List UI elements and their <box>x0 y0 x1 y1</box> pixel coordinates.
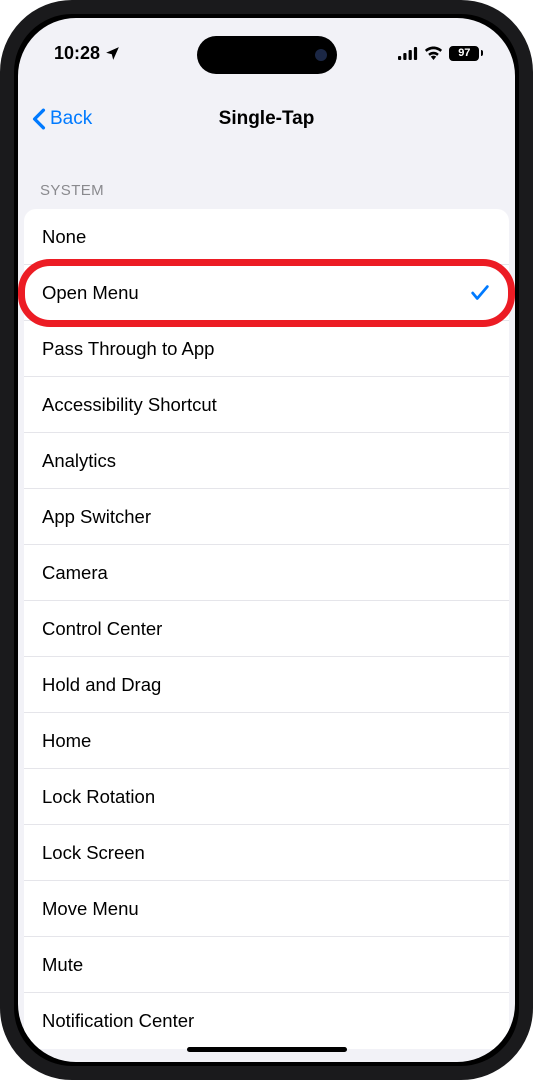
nav-title: Single-Tap <box>219 108 315 130</box>
back-label: Back <box>50 108 92 130</box>
option-row[interactable]: Lock Screen <box>24 825 509 881</box>
location-icon <box>104 45 121 62</box>
option-label: None <box>42 226 86 248</box>
back-button[interactable]: Back <box>32 108 92 130</box>
option-row[interactable]: Mute <box>24 937 509 993</box>
option-label: Mute <box>42 954 83 976</box>
option-row[interactable]: Control Center <box>24 601 509 657</box>
nav-bar: Back Single-Tap <box>18 92 515 146</box>
option-row[interactable]: None <box>24 209 509 265</box>
option-row[interactable]: Move Menu <box>24 881 509 937</box>
camera-dot <box>315 49 327 61</box>
option-label: Accessibility Shortcut <box>42 394 217 416</box>
option-row[interactable]: Notification Center <box>24 993 509 1049</box>
battery-pct: 97 <box>458 47 470 59</box>
option-row[interactable]: Pass Through to App <box>24 321 509 377</box>
phone-frame: 10:28 97 <box>0 0 533 1080</box>
option-label: Notification Center <box>42 1010 194 1032</box>
status-time: 10:28 <box>54 43 100 64</box>
option-row[interactable]: Home <box>24 713 509 769</box>
content-scroll[interactable]: SYSTEM None Open Menu Pass Through to App A… <box>18 146 515 1062</box>
option-label: Pass Through to App <box>42 338 214 360</box>
dynamic-island <box>197 36 337 74</box>
section-header: SYSTEM <box>18 146 515 209</box>
option-row[interactable]: App Switcher <box>24 489 509 545</box>
option-label: Move Menu <box>42 898 139 920</box>
option-label: Hold and Drag <box>42 674 161 696</box>
option-row[interactable]: Open Menu <box>24 265 509 321</box>
option-label: Home <box>42 730 91 752</box>
checkmark-icon <box>469 282 491 304</box>
option-row[interactable]: Accessibility Shortcut <box>24 377 509 433</box>
option-label: Open Menu <box>42 282 139 304</box>
battery-indicator: 97 <box>449 46 483 61</box>
option-label: Camera <box>42 562 108 584</box>
home-indicator[interactable] <box>187 1047 347 1052</box>
option-label: Analytics <box>42 450 116 472</box>
option-label: Lock Rotation <box>42 786 155 808</box>
option-row[interactable]: Lock Rotation <box>24 769 509 825</box>
chevron-left-icon <box>32 108 46 130</box>
options-list: None Open Menu Pass Through to App Accessib… <box>24 209 509 1049</box>
option-row[interactable]: Camera <box>24 545 509 601</box>
option-label: Control Center <box>42 618 162 640</box>
option-label: Lock Screen <box>42 842 145 864</box>
wifi-icon <box>424 46 443 60</box>
option-row[interactable]: Analytics <box>24 433 509 489</box>
screen: 10:28 97 <box>18 18 515 1062</box>
option-row[interactable]: Hold and Drag <box>24 657 509 713</box>
option-label: App Switcher <box>42 506 151 528</box>
cellular-icon <box>398 47 418 60</box>
